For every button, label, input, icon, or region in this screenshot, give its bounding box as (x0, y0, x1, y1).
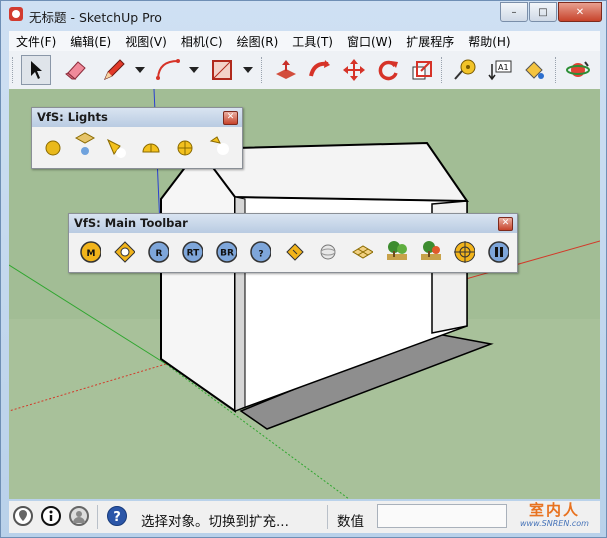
watermark-logo: 室内人 www.SNREN.com (509, 501, 600, 533)
menu-edit[interactable]: 编辑(E) (63, 31, 118, 51)
material-tag-icon[interactable] (113, 241, 135, 263)
main-toolbar: A1 (9, 51, 600, 90)
minimize-button[interactable]: – (500, 2, 528, 22)
status-separator (327, 505, 328, 529)
eraser-icon[interactable] (61, 55, 91, 85)
rotate-icon[interactable] (373, 55, 403, 85)
text-icon[interactable]: A1 (485, 55, 515, 85)
watermark-title: 室内人 (528, 501, 580, 519)
spot-light-icon[interactable] (74, 132, 96, 155)
svg-text:?: ? (113, 510, 121, 525)
menu-file[interactable]: 文件(F) (9, 31, 63, 51)
app-window: 无标题 - SketchUp Pro – □ ✕ 文件(F) 编辑(E) 视图(… (0, 0, 607, 538)
window-title: 无标题 - SketchUp Pro (29, 10, 162, 25)
plane-icon[interactable] (351, 241, 373, 263)
target-icon[interactable] (453, 241, 475, 263)
pencil-icon[interactable] (99, 55, 129, 85)
tag-icon[interactable] (283, 241, 305, 263)
instructor-help-icon[interactable]: ? (107, 506, 127, 526)
3d-viewport[interactable]: VfS: Lights ✕ VfS: Main Toolbar ✕ M R RT… (9, 89, 600, 499)
status-separator (97, 505, 98, 529)
menu-help[interactable]: 帮助(H) (461, 31, 517, 51)
omni-light-icon[interactable] (42, 137, 64, 159)
geo-location-icon[interactable] (13, 506, 33, 526)
tape-measure-icon[interactable] (451, 55, 481, 85)
watermark-url: www.SNREN.com (520, 519, 589, 528)
sphere-preview-icon[interactable] (317, 241, 339, 263)
dome-light-icon[interactable] (140, 137, 162, 159)
pause-icon[interactable] (487, 241, 509, 263)
arc-icon[interactable] (153, 55, 183, 85)
palette-title: VfS: Lights (37, 110, 108, 124)
title-bar[interactable]: 无标题 - SketchUp Pro – □ ✕ (1, 1, 607, 29)
push-pull-icon[interactable] (271, 55, 301, 85)
scale-icon[interactable] (407, 55, 437, 85)
toolbar-grip[interactable] (555, 57, 559, 83)
chevron-down-icon[interactable] (135, 67, 145, 73)
help-icon[interactable]: ? (249, 241, 271, 263)
toolbar-grip[interactable] (12, 57, 16, 83)
sketchup-app-icon[interactable] (9, 7, 23, 21)
credits-info-icon[interactable] (41, 506, 61, 526)
orbit-icon[interactable] (563, 55, 593, 85)
select-arrow-icon[interactable] (21, 55, 51, 85)
move-icon[interactable] (339, 55, 369, 85)
batch-render-icon[interactable]: BR (215, 241, 237, 263)
menu-window[interactable]: 窗口(W) (340, 31, 399, 51)
chevron-down-icon[interactable] (189, 67, 199, 73)
palette-header[interactable]: VfS: Main Toolbar ✕ (69, 214, 517, 233)
render-region-icon[interactable]: RT (181, 241, 203, 263)
batch-render-icon-label: BR (220, 249, 234, 259)
metric-icon-label: M (87, 249, 96, 259)
metric-icon[interactable]: M (79, 241, 101, 263)
light-settings-icon[interactable] (208, 135, 230, 157)
paint-bucket-icon[interactable] (519, 55, 549, 85)
text-icon-label: A1 (498, 63, 509, 72)
palette-header[interactable]: VfS: Lights ✕ (32, 108, 242, 127)
tree-landscape-2-icon[interactable] (419, 239, 441, 261)
menu-bar: 文件(F) 编辑(E) 视图(V) 相机(C) 绘图(R) 工具(T) 窗口(W… (9, 31, 600, 51)
follow-me-icon[interactable] (305, 55, 335, 85)
tree-landscape-icon[interactable] (385, 239, 407, 261)
palette-close-button[interactable]: ✕ (498, 217, 513, 231)
sphere-light-icon[interactable] (174, 137, 196, 159)
menu-draw[interactable]: 绘图(R) (230, 31, 286, 51)
vfs-main-toolbar-palette[interactable]: VfS: Main Toolbar ✕ M R RT BR ? (68, 213, 518, 273)
toolbar-grip[interactable] (441, 57, 445, 83)
menu-view[interactable]: 视图(V) (118, 31, 174, 51)
vfs-lights-palette[interactable]: VfS: Lights ✕ (31, 107, 243, 169)
render-icon-label: R (156, 249, 163, 259)
render-region-icon-label: RT (187, 249, 201, 259)
measurements-label: 数值 (337, 514, 364, 530)
close-button[interactable]: ✕ (558, 2, 602, 22)
toolbar-grip[interactable] (261, 57, 265, 83)
palette-title: VfS: Main Toolbar (74, 216, 188, 230)
status-bar: ? 选择对象。切换到扩充... 数值 室内人 www.SNREN.com (9, 501, 600, 533)
menu-tools[interactable]: 工具(T) (285, 31, 340, 51)
measurements-input[interactable] (377, 504, 507, 528)
status-hint-text: 选择对象。切换到扩充... (141, 514, 289, 530)
window-controls: – □ ✕ (499, 2, 602, 22)
menu-extensions[interactable]: 扩展程序 (399, 31, 461, 51)
chevron-down-icon[interactable] (243, 67, 253, 73)
maximize-button[interactable]: □ (529, 2, 557, 22)
render-icon[interactable]: R (147, 241, 169, 263)
help-icon-label: ? (258, 250, 263, 260)
cone-light-icon[interactable] (106, 137, 128, 159)
menu-camera[interactable]: 相机(C) (174, 31, 230, 51)
palette-close-button[interactable]: ✕ (223, 111, 238, 125)
rectangle-icon[interactable] (207, 55, 237, 85)
user-account-icon[interactable] (69, 506, 89, 526)
